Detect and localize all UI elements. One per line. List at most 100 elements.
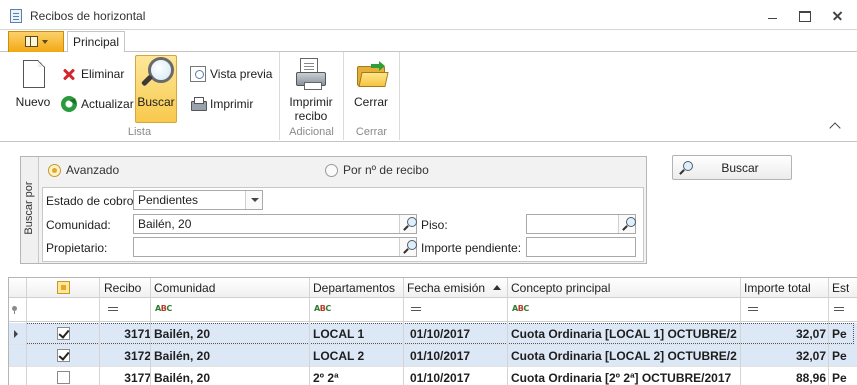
estado-label: Estado de cobro: bbox=[46, 194, 137, 208]
eliminar-button[interactable]: Eliminar bbox=[61, 64, 124, 84]
ribbon-tab-row bbox=[0, 30, 857, 52]
preview-icon bbox=[190, 66, 206, 82]
cell-departamentos: LOCAL 2 bbox=[313, 349, 365, 363]
comunidad-label: Comunidad: bbox=[46, 218, 111, 232]
imprimir-recibo-label-1: Imprimir bbox=[289, 95, 333, 109]
row-checkbox[interactable] bbox=[57, 349, 70, 362]
new-document-icon bbox=[23, 60, 45, 88]
group-label-adicional: Adicional bbox=[289, 126, 334, 138]
search-icon bbox=[403, 217, 417, 230]
cell-fecha: 01/10/2017 bbox=[410, 327, 471, 341]
group-label-lista: Lista bbox=[127, 126, 152, 138]
vista-previa-button[interactable]: Vista previa bbox=[190, 64, 272, 84]
estado-value: Pendientes bbox=[138, 193, 199, 207]
printer-icon bbox=[190, 96, 207, 112]
search-icon bbox=[403, 240, 417, 253]
radio-avanzado-label: Avanzado bbox=[66, 163, 120, 177]
close-icon[interactable] bbox=[829, 8, 847, 24]
column-header-recibo[interactable]: Recibo bbox=[104, 281, 141, 295]
nuevo-button[interactable]: Nuevo bbox=[14, 95, 52, 109]
grid-line bbox=[99, 278, 100, 385]
cell-concepto: Cuota Ordinaria [LOCAL 2] OCTUBRE/2... bbox=[511, 349, 737, 363]
close-folder-icon bbox=[357, 60, 389, 88]
folder-front-icon bbox=[358, 72, 389, 87]
comunidad-search-button[interactable] bbox=[399, 215, 417, 233]
estado-dropdown-button[interactable] bbox=[245, 191, 262, 209]
filter-text-icon[interactable]: ABC bbox=[512, 304, 529, 313]
select-all-checkbox[interactable] bbox=[57, 281, 70, 294]
refresh-icon bbox=[61, 96, 77, 112]
chevron-down-icon bbox=[42, 40, 48, 44]
estado-select[interactable]: Pendientes bbox=[133, 190, 263, 210]
cell-fecha: 01/10/2017 bbox=[410, 349, 471, 363]
cell-importe: 32,07 bbox=[795, 349, 826, 363]
buscar-ribbon-label: Buscar bbox=[137, 95, 175, 109]
app-menu-button[interactable] bbox=[8, 31, 64, 52]
maximize-icon[interactable] bbox=[796, 8, 814, 24]
radio-por-recibo[interactable]: Por nº de recibo bbox=[325, 163, 429, 177]
piso-search-button[interactable] bbox=[618, 215, 636, 233]
filter-equals-icon[interactable] bbox=[834, 307, 844, 311]
filter-equals-icon[interactable] bbox=[748, 307, 758, 311]
imprimir-recibo-button[interactable]: Imprimir recibo bbox=[284, 95, 338, 123]
minimize-icon[interactable] bbox=[764, 8, 782, 24]
filter-equals-icon[interactable] bbox=[411, 307, 421, 311]
current-row-icon bbox=[14, 330, 18, 338]
collapse-ribbon-icon[interactable] bbox=[829, 122, 841, 134]
filter-equals-icon[interactable] bbox=[108, 307, 118, 311]
column-header-departamentos[interactable]: Departamentos bbox=[313, 281, 395, 295]
tab-principal[interactable]: Principal bbox=[67, 31, 125, 53]
row-checkbox[interactable] bbox=[57, 327, 70, 340]
propietario-input[interactable] bbox=[133, 237, 417, 257]
cerrar-button[interactable]: Cerrar bbox=[350, 95, 392, 109]
radio-avanzado[interactable]: Avanzado bbox=[48, 163, 119, 177]
grid-line bbox=[403, 278, 404, 385]
cell-importe: 32,07 bbox=[795, 327, 826, 341]
importe-label: Importe pendiente: bbox=[421, 241, 522, 255]
column-header-importe[interactable]: Importe total bbox=[744, 281, 811, 295]
filter-text-icon[interactable]: ABC bbox=[314, 304, 331, 313]
sort-ascending-icon bbox=[493, 285, 501, 290]
cell-fecha: 01/10/2017 bbox=[410, 371, 471, 385]
title-bar: Recibos de horizontal bbox=[0, 0, 857, 30]
buscar-button[interactable]: Buscar bbox=[672, 155, 792, 180]
vista-previa-label: Vista previa bbox=[210, 67, 273, 81]
grid-line bbox=[507, 278, 508, 385]
cell-departamentos: LOCAL 1 bbox=[313, 327, 365, 341]
cell-recibo: 3171 bbox=[124, 327, 151, 341]
imprimir-button[interactable]: Imprimir bbox=[190, 94, 253, 114]
radio-selected-icon bbox=[48, 163, 61, 177]
filter-pin-icon bbox=[12, 306, 17, 314]
column-header-comunidad[interactable]: Comunidad bbox=[154, 281, 215, 295]
cell-concepto: Cuota Ordinaria [2º 2ª] OCTUBRE/2017 bbox=[511, 371, 732, 385]
propietario-search-button[interactable] bbox=[399, 238, 417, 256]
search-icon bbox=[622, 217, 636, 230]
cell-recibo: 3177 bbox=[124, 371, 151, 385]
grid-line bbox=[828, 278, 829, 385]
row-checkbox[interactable] bbox=[57, 371, 70, 384]
importe-input[interactable] bbox=[526, 237, 636, 257]
cell-comunidad: Bailén, 20 bbox=[154, 349, 211, 363]
comunidad-value: Bailén, 20 bbox=[138, 217, 192, 231]
radio-por-recibo-label: Por nº de recibo bbox=[343, 163, 429, 177]
table-row[interactable]: 3172 Bailén, 20 LOCAL 2 01/10/2017 Cuota… bbox=[9, 345, 857, 367]
comunidad-input[interactable]: Bailén, 20 bbox=[133, 214, 417, 234]
grid-line bbox=[740, 278, 741, 385]
actualizar-button[interactable]: Actualizar bbox=[61, 94, 134, 114]
column-header-estado[interactable]: Est bbox=[832, 281, 849, 295]
column-header-fecha[interactable]: Fecha emisión bbox=[407, 281, 485, 295]
cell-estado: Pe bbox=[832, 349, 847, 363]
printer-output-icon bbox=[304, 82, 322, 90]
imprimir-label: Imprimir bbox=[210, 97, 254, 111]
buscar-por-label: Buscar por bbox=[21, 157, 39, 263]
table-row[interactable]: 3171 Bailén, 20 LOCAL 1 01/10/2017 Cuota… bbox=[9, 323, 857, 345]
filter-text-icon[interactable]: ABC bbox=[155, 304, 172, 313]
grid-header-row: Recibo Comunidad Departamentos Fecha emi… bbox=[9, 278, 857, 298]
grid-line bbox=[309, 278, 310, 385]
ribbon: Nuevo Eliminar Actualizar Buscar Vista p… bbox=[0, 52, 857, 142]
column-header-concepto[interactable]: Concepto principal bbox=[511, 281, 610, 295]
table-row[interactable]: 3177 Bailén, 20 2º 2ª 01/10/2017 Cuota O… bbox=[9, 367, 857, 385]
piso-input[interactable] bbox=[526, 214, 636, 234]
piso-label: Piso: bbox=[421, 218, 448, 232]
cell-recibo: 3172 bbox=[124, 349, 151, 363]
